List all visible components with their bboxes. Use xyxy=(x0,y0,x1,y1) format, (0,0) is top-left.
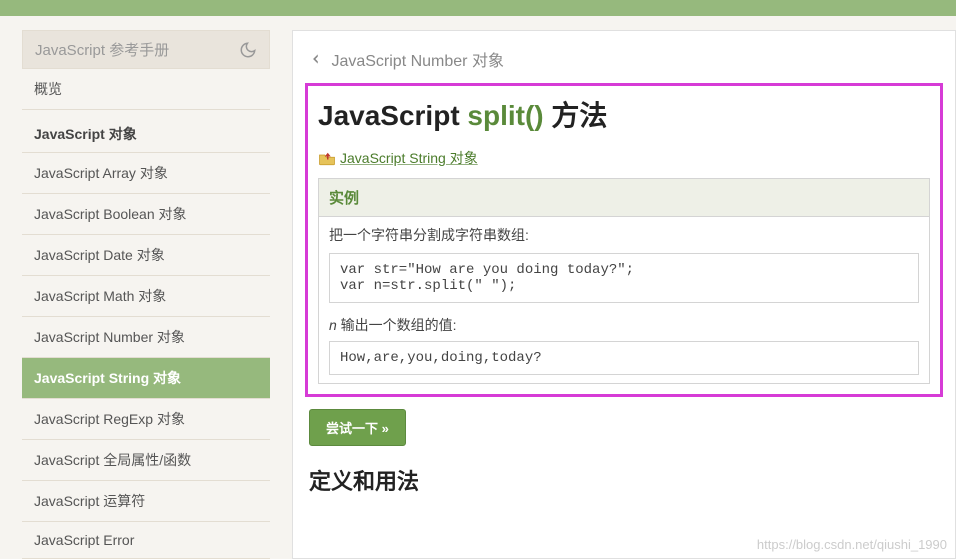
title-green: split() xyxy=(467,100,543,131)
breadcrumb[interactable]: JavaScript Number 对象 xyxy=(293,31,955,75)
highlight-box: JavaScript split() 方法 JavaScript String … xyxy=(305,83,943,397)
sidebar-item-boolean[interactable]: JavaScript Boolean 对象 xyxy=(22,194,270,235)
sidebar-title-text: JavaScript 参考手册 xyxy=(35,39,169,60)
section-heading-cut: 定义和用法 xyxy=(309,464,955,496)
sidebar-title-row: JavaScript 参考手册 xyxy=(22,30,270,69)
breadcrumb-label: JavaScript Number 对象 xyxy=(331,53,504,70)
try-it-button[interactable]: 尝试一下 » xyxy=(309,409,406,446)
sidebar-item-label: JavaScript Date 对象 xyxy=(34,247,165,263)
sidebar-item-label: JavaScript Number 对象 xyxy=(34,329,185,345)
sidebar-item-date[interactable]: JavaScript Date 对象 xyxy=(22,235,270,276)
output-var: n xyxy=(329,317,337,333)
example-desc: 把一个字符串分割成字符串数组: xyxy=(319,217,929,253)
sidebar-item-label: JavaScript String 对象 xyxy=(34,370,181,386)
sidebar-item-error[interactable]: JavaScript Error xyxy=(22,522,270,559)
theme-toggle-icon[interactable] xyxy=(239,41,257,59)
title-part-a: JavaScript xyxy=(318,100,467,131)
content-wrap: JavaScript 参考手册 概览 JavaScript 对象 JavaScr… xyxy=(0,16,956,559)
sidebar-item-label: 概览 xyxy=(34,81,62,97)
example-output: How,are,you,doing,today? xyxy=(329,341,919,375)
sidebar-heading-label: JavaScript 对象 xyxy=(34,126,137,142)
example-header: 实例 xyxy=(319,179,929,217)
sidebar-item-global[interactable]: JavaScript 全局属性/函数 xyxy=(22,440,270,481)
sidebar-item-number[interactable]: JavaScript Number 对象 xyxy=(22,317,270,358)
sidebar-item-label: JavaScript Array 对象 xyxy=(34,165,168,181)
example-output-label: n 输出一个数组的值: xyxy=(319,311,929,341)
sidebar-item-label: JavaScript Math 对象 xyxy=(34,288,166,304)
sidebar-item-overview[interactable]: 概览 xyxy=(22,69,270,110)
sidebar-item-array[interactable]: JavaScript Array 对象 xyxy=(22,153,270,194)
example-code: var str="How are you doing today?"; var … xyxy=(329,253,919,303)
page-title: JavaScript split() 方法 xyxy=(318,94,934,134)
sidebar-item-regexp[interactable]: JavaScript RegExp 对象 xyxy=(22,399,270,440)
watermark: https://blog.csdn.net/qiushi_1990 xyxy=(757,537,947,552)
sidebar-item-label: JavaScript Boolean 对象 xyxy=(34,206,187,222)
sidebar-heading: JavaScript 对象 xyxy=(22,110,270,153)
sidebar-item-math[interactable]: JavaScript Math 对象 xyxy=(22,276,270,317)
sidebar-item-label: JavaScript 全局属性/函数 xyxy=(34,452,191,468)
sidebar-item-label: JavaScript 运算符 xyxy=(34,493,145,509)
title-part-b: 方法 xyxy=(544,100,608,131)
sidebar: JavaScript 参考手册 概览 JavaScript 对象 JavaScr… xyxy=(22,30,270,559)
folder-up-icon xyxy=(318,150,336,166)
example-box: 实例 把一个字符串分割成字符串数组: var str="How are you … xyxy=(318,178,930,384)
parent-link[interactable]: JavaScript String 对象 xyxy=(340,148,478,168)
parent-link-row[interactable]: JavaScript String 对象 xyxy=(318,148,934,168)
top-bar xyxy=(0,0,956,16)
sidebar-item-label: JavaScript RegExp 对象 xyxy=(34,411,185,427)
sidebar-item-string[interactable]: JavaScript String 对象 xyxy=(22,358,270,399)
sidebar-item-operators[interactable]: JavaScript 运算符 xyxy=(22,481,270,522)
arrow-left-icon xyxy=(309,52,323,71)
sidebar-item-label: JavaScript Error xyxy=(34,532,134,548)
main-panel: JavaScript Number 对象 JavaScript split() … xyxy=(292,30,956,559)
output-rest: 输出一个数组的值: xyxy=(337,317,457,333)
